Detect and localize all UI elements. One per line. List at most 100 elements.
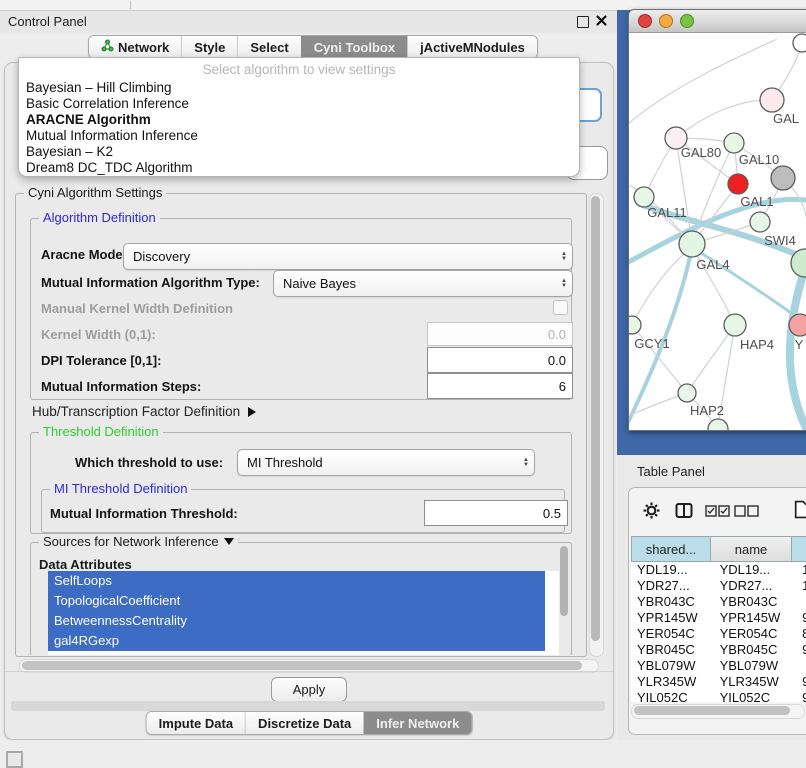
float-panel-icon[interactable] xyxy=(577,16,589,28)
scrollbar-thumb[interactable] xyxy=(634,706,790,715)
tab-label: Cyni Toolbox xyxy=(314,40,395,55)
select-all-checkboxes-icon[interactable] xyxy=(705,505,730,520)
data-attributes-label: Data Attributes xyxy=(39,557,132,572)
mi-threshold-definition-legend: MI Threshold Definition xyxy=(50,481,191,496)
network-node-gal[interactable] xyxy=(760,88,784,112)
sources-legend[interactable]: Sources for Network Inference xyxy=(39,534,238,549)
network-node[interactable] xyxy=(771,166,795,190)
attribute-option-topologicalcoefficient[interactable]: TopologicalCoefficient xyxy=(48,591,545,611)
tab-cyni-toolbox[interactable]: Cyni Toolbox xyxy=(301,36,407,58)
which-threshold-select[interactable]: MI Threshold ▲▼ xyxy=(237,449,535,476)
mi-threshold-field[interactable]: 0.5 xyxy=(424,500,568,526)
network-node-gcy1[interactable] xyxy=(629,316,641,334)
network-window-titlebar[interactable] xyxy=(629,10,806,33)
mode-tab-discretize-data[interactable]: Discretize Data xyxy=(245,712,363,734)
column-header-shared[interactable]: shared... xyxy=(631,536,711,562)
table-cell: 12 xyxy=(798,578,806,594)
table-cell: YBL079W xyxy=(631,658,714,674)
algorithm-definition-legend: Algorithm Definition xyxy=(39,210,160,225)
table-row[interactable]: YBR043CYBR043C xyxy=(631,594,806,610)
dpi-tolerance-field[interactable]: 0.0 xyxy=(427,347,573,373)
apply-button[interactable]: Apply xyxy=(271,677,347,702)
zoom-window-button[interactable] xyxy=(680,14,694,28)
tab-select[interactable]: Select xyxy=(237,36,300,58)
table-row[interactable]: YER054CYER054C8. xyxy=(631,626,806,642)
algorithm-option-mutual-information-inference[interactable]: Mutual Information Inference xyxy=(19,128,579,144)
algorithm-option-aracne-algorithm[interactable]: ARACNE Algorithm xyxy=(19,112,579,128)
gear-icon[interactable] xyxy=(643,502,660,522)
table-row[interactable]: YDL19...YDL19...13 xyxy=(631,562,806,578)
network-node-swi4[interactable] xyxy=(750,212,770,232)
network-node-label: GAL xyxy=(773,111,799,126)
settings-vertical-scrollbar[interactable] xyxy=(589,193,604,657)
network-icon xyxy=(101,39,114,55)
network-node-y[interactable] xyxy=(789,314,806,336)
table-row[interactable]: YLR345WYLR345W9. xyxy=(631,674,806,690)
table-cell: YPR145W xyxy=(631,610,714,626)
network-canvas[interactable]: GALGAL80GAL10GAL1GAL11SWI4GAL4GCY1HAP4YH… xyxy=(629,33,806,431)
mode-tab-impute-data[interactable]: Impute Data xyxy=(147,712,245,734)
attribute-option-betweennesscentrality[interactable]: BetweennessCentrality xyxy=(48,611,545,631)
scrollbar-thumb[interactable] xyxy=(22,661,582,670)
network-node-gal11[interactable] xyxy=(634,187,654,207)
mode-tab-infer-network[interactable]: Infer Network xyxy=(363,712,471,734)
table-horizontal-scrollbar[interactable] xyxy=(631,704,805,719)
mi-type-label: Mutual Information Algorithm Type: xyxy=(41,275,260,290)
table-cell: YLR345W xyxy=(631,674,714,690)
attribute-option-gal4rgexp[interactable]: gal4RGexp xyxy=(48,631,545,651)
hub-definition-label: Hub/Transcription Factor Definition xyxy=(32,404,240,419)
kernel-width-field[interactable]: 0.0 xyxy=(427,322,573,346)
table-row[interactable]: YPR145WYPR145W9. xyxy=(631,610,806,626)
table-row[interactable]: YBL079WYBL079W xyxy=(631,658,806,674)
column-header-partial[interactable] xyxy=(792,536,806,562)
attributes-scrollbar[interactable] xyxy=(560,546,568,616)
column-layout-icon[interactable] xyxy=(675,502,693,522)
table-row[interactable]: YBR045CYBR045C9. xyxy=(631,642,806,658)
mi-steps-field[interactable]: 6 xyxy=(427,373,573,399)
mi-steps-label: Mutual Information Steps: xyxy=(41,379,201,394)
network-node-gal10[interactable] xyxy=(724,133,744,153)
minimized-panel-icon[interactable] xyxy=(6,751,23,768)
close-window-button[interactable] xyxy=(638,14,652,28)
attribute-option-selfloops[interactable]: SelfLoops xyxy=(48,571,545,591)
close-panel-icon[interactable] xyxy=(595,14,608,27)
manual-kernel-checkbox[interactable] xyxy=(553,300,568,315)
scrollbar-thumb[interactable] xyxy=(591,196,600,641)
hub-definition-expander[interactable]: Hub/Transcription Factor Definition xyxy=(32,404,256,419)
sources-legend-label: Sources for Network Inference xyxy=(43,534,219,549)
table-row[interactable]: YIL052CYIL052C9 xyxy=(631,690,806,702)
network-node-hap2[interactable] xyxy=(678,384,696,402)
collapse-arrow-icon[interactable] xyxy=(224,538,234,545)
network-node[interactable] xyxy=(708,419,728,431)
table-cell: 9. xyxy=(798,610,806,626)
network-edge[interactable] xyxy=(629,39,777,128)
expand-arrow-icon[interactable] xyxy=(248,407,256,417)
column-header-name[interactable]: name xyxy=(711,536,792,562)
tab-style[interactable]: Style xyxy=(181,36,237,58)
network-node-gal1[interactable] xyxy=(728,174,748,194)
algorithm-option-bayesian-k2[interactable]: Bayesian – K2 xyxy=(19,144,579,160)
tab-network[interactable]: Network xyxy=(89,36,181,58)
algorithm-option-bayesian-hill-climbing[interactable]: Bayesian – Hill Climbing xyxy=(19,80,579,96)
network-node-label: GAL11 xyxy=(647,205,687,220)
data-attributes-list[interactable]: SelfLoopsTopologicalCoefficientBetweenne… xyxy=(48,571,559,655)
network-node[interactable] xyxy=(793,34,806,52)
bottom-strip xyxy=(0,740,806,762)
algorithm-option-dream8-dc-tdc-algorithm[interactable]: Dream8 DC_TDC Algorithm xyxy=(19,160,579,176)
table-cell: YER054C xyxy=(631,626,714,642)
unselect-all-checkboxes-icon[interactable] xyxy=(734,505,759,520)
network-node-hap4[interactable] xyxy=(724,314,746,336)
network-node-label: GCY1 xyxy=(634,336,669,351)
tab-jactivemnodules[interactable]: jActiveMNodules xyxy=(407,36,537,58)
network-node-label: HAP2 xyxy=(690,403,724,418)
minimize-window-button[interactable] xyxy=(659,14,673,28)
table-row[interactable]: YDR27...YDR27...12 xyxy=(631,578,806,594)
document-icon[interactable] xyxy=(794,500,806,522)
algorithm-dropdown-list[interactable]: Select algorithm to view settings Bayesi… xyxy=(18,57,580,177)
network-edge[interactable] xyxy=(676,100,772,138)
network-edge[interactable] xyxy=(687,325,735,393)
network-node-gal4[interactable] xyxy=(679,231,705,257)
algorithm-option-basic-correlation-inference[interactable]: Basic Correlation Inference xyxy=(19,96,579,112)
mi-type-select[interactable]: Naive Bayes ▲▼ xyxy=(273,270,573,297)
aracne-mode-select[interactable]: Discovery ▲▼ xyxy=(123,243,573,270)
